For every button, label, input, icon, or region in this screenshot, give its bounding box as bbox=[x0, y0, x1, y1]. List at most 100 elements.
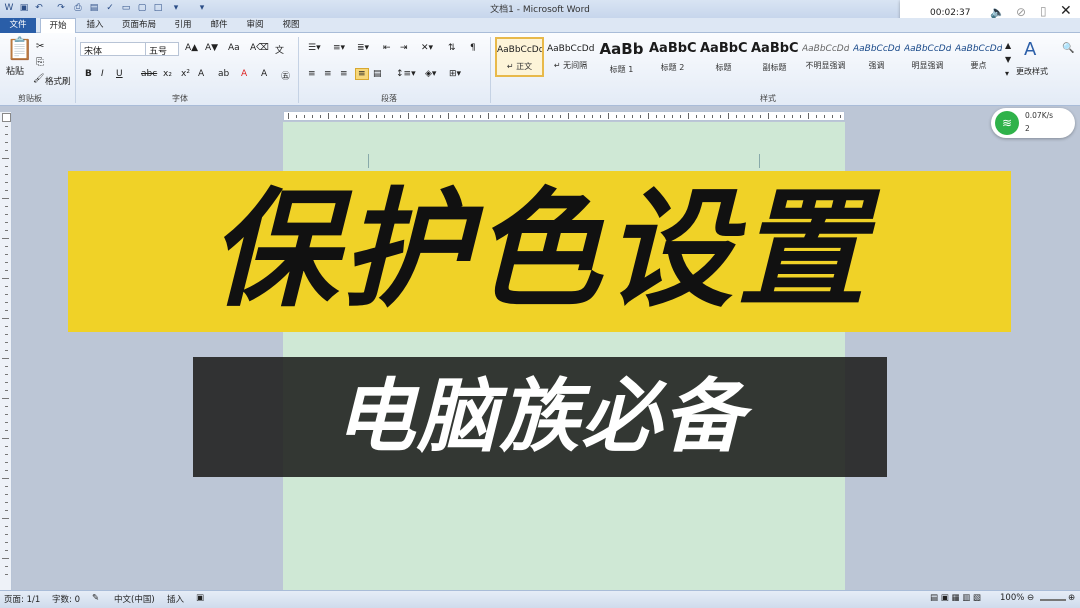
tab-review[interactable]: 审阅 bbox=[240, 18, 270, 33]
italic-icon[interactable]: I bbox=[101, 69, 104, 79]
superscript-icon[interactable]: x² bbox=[181, 69, 190, 79]
gallery-up-icon[interactable]: ▲ bbox=[1005, 41, 1011, 50]
paste-icon[interactable]: 📋 bbox=[6, 37, 33, 62]
gallery-down-icon[interactable]: ▼ bbox=[1005, 55, 1011, 64]
distributed-icon[interactable]: ▤ bbox=[373, 69, 382, 79]
line-spacing-icon[interactable]: ↕≡▾ bbox=[396, 69, 416, 79]
zoom-in-icon[interactable]: ⊕ bbox=[1068, 593, 1075, 603]
zoom-out-icon[interactable]: ⊖ bbox=[1027, 593, 1034, 603]
style-item[interactable]: AaBbCcDd 明显强调 bbox=[903, 37, 952, 77]
enclose-char-icon[interactable]: ㊄ bbox=[281, 69, 290, 82]
bold-icon[interactable]: B bbox=[85, 69, 92, 79]
ruler-tick bbox=[5, 430, 8, 431]
tab-insert[interactable]: 插入 bbox=[80, 18, 110, 33]
mic-icon[interactable]: ⊘ bbox=[1016, 5, 1026, 19]
ruler-tick bbox=[504, 115, 505, 118]
change-case-icon[interactable]: Aa bbox=[228, 43, 240, 53]
align-left-icon[interactable]: ≡ bbox=[308, 69, 316, 79]
paste-button[interactable]: 粘贴 bbox=[6, 64, 24, 77]
style-item[interactable]: AaBbCcDd ↵ 正文 bbox=[495, 37, 544, 77]
word-count[interactable]: 字数: 0 bbox=[52, 593, 80, 605]
zoom-level[interactable]: 100% bbox=[1000, 593, 1024, 603]
borders-icon[interactable]: ⊞▾ bbox=[449, 69, 461, 79]
style-item[interactable]: AaBbCcDd 要点 bbox=[954, 37, 1003, 77]
chinese-layout-icon[interactable]: ✕▾ bbox=[421, 43, 433, 53]
tab-view[interactable]: 视图 bbox=[276, 18, 306, 33]
format-painter-icon[interactable]: 🖌 bbox=[33, 74, 44, 84]
speaker-icon[interactable]: 🔈 bbox=[990, 5, 1005, 19]
ruler-tick bbox=[2, 318, 9, 319]
zoom-slider[interactable] bbox=[1040, 599, 1066, 601]
style-item[interactable]: AaBb 标题 1 bbox=[597, 37, 646, 77]
highlight-icon[interactable]: ab bbox=[218, 69, 229, 79]
show-marks-icon[interactable]: ¶ bbox=[470, 43, 476, 53]
tab-page-layout[interactable]: 页面布局 bbox=[116, 18, 162, 33]
style-item[interactable]: AaBbC 副标题 bbox=[750, 37, 799, 77]
close-icon[interactable]: ✕ bbox=[1060, 3, 1072, 19]
font-color-icon[interactable]: A bbox=[241, 69, 247, 79]
tab-home[interactable]: 开始 bbox=[40, 18, 76, 33]
justify-icon[interactable]: ≡ bbox=[355, 68, 369, 80]
pause-icon[interactable]: ▯ bbox=[1040, 4, 1047, 18]
font-size-select[interactable]: 五号 bbox=[145, 42, 179, 57]
network-widget[interactable]: ≋ 0.07K/s 2 bbox=[991, 108, 1075, 138]
divider bbox=[490, 37, 491, 103]
ruler-tick bbox=[376, 115, 377, 118]
underline-icon[interactable]: U bbox=[116, 69, 123, 79]
divider bbox=[75, 37, 76, 103]
cut-icon[interactable]: ✂ bbox=[36, 41, 44, 52]
shrink-font-icon[interactable]: A▼ bbox=[205, 43, 218, 53]
ruler-tick bbox=[5, 390, 8, 391]
tab-references[interactable]: 引用 bbox=[168, 18, 198, 33]
phonetic-icon[interactable]: 文 bbox=[275, 43, 284, 56]
increase-indent-icon[interactable]: ⇥ bbox=[400, 43, 408, 53]
page-indicator[interactable]: 页面: 1/1 bbox=[4, 593, 40, 605]
horizontal-ruler[interactable] bbox=[283, 111, 845, 121]
macro-icon[interactable]: ▣ bbox=[196, 593, 204, 603]
style-item[interactable]: AaBbCcDd 强调 bbox=[852, 37, 901, 77]
ruler-tick bbox=[824, 115, 825, 118]
tab-mailings[interactable]: 邮件 bbox=[204, 18, 234, 33]
text-effect-icon[interactable]: A bbox=[198, 69, 204, 79]
sort-icon[interactable]: ⇅ bbox=[448, 43, 456, 53]
subline-banner: 电脑族必备 bbox=[193, 357, 887, 477]
style-item[interactable]: AaBbCcDd 不明显强调 bbox=[801, 37, 850, 77]
ruler-tick bbox=[648, 113, 649, 119]
char-shading-icon[interactable]: A bbox=[261, 69, 267, 79]
language-indicator[interactable]: 中文(中国) bbox=[114, 593, 155, 605]
decrease-indent-icon[interactable]: ⇤ bbox=[383, 43, 391, 53]
insert-mode[interactable]: 插入 bbox=[167, 593, 184, 605]
find-icon[interactable]: 🔍 bbox=[1062, 43, 1074, 54]
strikethrough-icon[interactable]: abc bbox=[141, 69, 157, 79]
style-item[interactable]: AaBbCcDd ↵ 无间隔 bbox=[546, 37, 595, 77]
subscript-icon[interactable]: x₂ bbox=[163, 69, 172, 79]
ruler-tick bbox=[5, 206, 8, 207]
ruler-tick bbox=[392, 115, 393, 118]
align-right-icon[interactable]: ≡ bbox=[340, 69, 348, 79]
shading-icon[interactable]: ◈▾ bbox=[425, 69, 436, 79]
clear-format-icon[interactable]: A⌫ bbox=[250, 43, 269, 53]
style-item[interactable]: AaBbC 标题 bbox=[699, 37, 748, 77]
numbering-icon[interactable]: ≡▾ bbox=[333, 43, 345, 53]
tab-file[interactable]: 文件 bbox=[0, 18, 36, 33]
vertical-ruler[interactable] bbox=[0, 112, 12, 590]
ruler-tick bbox=[400, 115, 401, 118]
tab-selector-icon[interactable] bbox=[2, 113, 11, 122]
ruler-tick bbox=[680, 115, 681, 118]
change-styles-icon[interactable]: A bbox=[1024, 39, 1036, 60]
bullets-icon[interactable]: ☰▾ bbox=[308, 43, 321, 53]
styles-group-label: 样式 bbox=[760, 94, 776, 103]
multilevel-icon[interactable]: ≣▾ bbox=[357, 43, 369, 53]
style-item[interactable]: AaBbC 标题 2 bbox=[648, 37, 697, 77]
proofing-icon[interactable]: ✎ bbox=[92, 593, 99, 603]
change-styles-button[interactable]: 更改样式 bbox=[1016, 66, 1048, 77]
ruler-tick bbox=[320, 115, 321, 118]
gallery-more-icon[interactable]: ▾ bbox=[1005, 69, 1009, 78]
view-buttons[interactable]: ▤ ▣ ▦ ▥ ▧ bbox=[930, 593, 981, 603]
copy-icon[interactable]: ⎘ bbox=[36, 57, 44, 68]
align-center-icon[interactable]: ≡ bbox=[324, 69, 332, 79]
grow-font-icon[interactable]: A▲ bbox=[185, 43, 198, 53]
recording-time: 00:02:37 bbox=[930, 8, 971, 18]
style-sample: AaBbCcDd bbox=[497, 45, 542, 55]
format-painter-button[interactable]: 格式刷 bbox=[45, 75, 71, 87]
